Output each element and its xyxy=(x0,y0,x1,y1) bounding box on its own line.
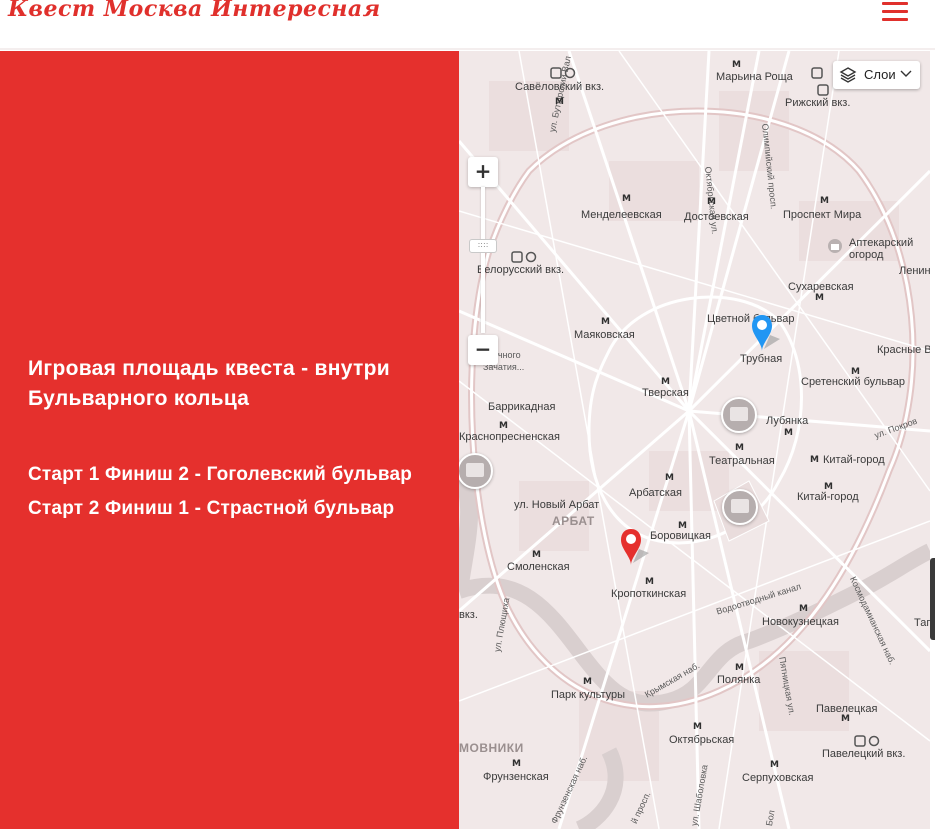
map-label: Сретенский бульвар xyxy=(801,376,906,388)
map-label: ул. Новый Арбат xyxy=(514,499,600,511)
metro-icon: Ⅿ xyxy=(810,455,819,465)
district-label: АРБАТ xyxy=(552,514,595,528)
theatre-poi-icon[interactable] xyxy=(721,397,757,433)
start-line-1: Старт 1 Финиш 2 - Гоголевский бульвар xyxy=(28,464,413,485)
metro-icon: Ⅿ xyxy=(622,194,631,204)
map-label: Аптекарский огород xyxy=(849,237,914,261)
metro-icon: Ⅿ xyxy=(824,482,833,492)
map-label: Лубянка xyxy=(766,415,809,427)
site-logo[interactable]: Квест Москва Интересная xyxy=(8,0,381,22)
zoom-slider-handle[interactable]: :::: xyxy=(469,239,497,253)
zoom-out-button[interactable]: − xyxy=(468,335,498,365)
side-scroll-tab[interactable] xyxy=(930,558,935,640)
railway-station-icon xyxy=(817,84,829,96)
map-label: Октябрьская xyxy=(669,734,735,746)
map-label: Таг xyxy=(914,617,930,629)
map-label: Рижский вкз. xyxy=(785,97,851,109)
map-label: Китай-город xyxy=(823,454,885,466)
railway-station-icon xyxy=(511,251,537,263)
blue-map-pin-icon[interactable] xyxy=(750,313,782,355)
red-map-pin-icon[interactable] xyxy=(619,527,651,569)
map-label: Ленин xyxy=(899,265,930,277)
map-label: Достоевская xyxy=(684,211,749,223)
metro-icon: Ⅿ xyxy=(555,97,564,107)
metro-icon: Ⅿ xyxy=(645,577,654,587)
railway-station-icon xyxy=(854,735,880,747)
metro-icon: Ⅿ xyxy=(815,293,824,303)
map-label: Краснопресненская xyxy=(459,431,560,443)
metro-icon: Ⅿ xyxy=(784,428,793,438)
map-label: Тверская xyxy=(642,387,689,399)
map-label: Маяковская xyxy=(574,329,635,341)
map-label: Новокузнецкая xyxy=(762,616,839,628)
metro-icon: Ⅿ xyxy=(693,722,702,732)
map-label: Полянка xyxy=(717,674,761,686)
railway-station-icon xyxy=(811,67,823,79)
metro-icon: Ⅿ xyxy=(665,473,674,483)
metro-icon: Ⅿ xyxy=(499,421,508,431)
map-widget[interactable]: Савёловский вкз. Марьина Роща Рижский вк… xyxy=(459,51,930,829)
metro-icon: Ⅿ xyxy=(661,377,670,387)
map-label: Боровицкая xyxy=(650,530,711,542)
district-label: МОВНИКИ xyxy=(459,741,524,755)
layers-icon xyxy=(839,67,857,83)
map-label: Фрунзенская xyxy=(483,771,549,783)
map-label: Китай-город xyxy=(797,491,859,503)
map-label: Менделеевская xyxy=(581,209,662,221)
header-divider xyxy=(0,48,935,50)
map-label: Сухаревская xyxy=(788,281,854,293)
map-label: вкз. xyxy=(459,609,478,621)
quest-info-panel: Игровая площадь квеста - внутри Бульварн… xyxy=(0,51,459,829)
zoom-control: + :::: − xyxy=(468,157,498,365)
layers-button[interactable]: Слои xyxy=(833,61,920,89)
map-label: Красные В xyxy=(877,344,930,356)
map-label: Смоленская xyxy=(507,561,570,573)
map-label: Арбатская xyxy=(629,487,682,499)
metro-icon: Ⅿ xyxy=(770,760,779,770)
map-label: Серпуховская xyxy=(742,772,814,784)
metro-icon: Ⅿ xyxy=(512,759,521,769)
menu-bar xyxy=(882,18,908,21)
quest-start-info: Старт 1 Финиш 2 - Гоголевский бульвар Ст… xyxy=(28,458,438,526)
railway-station-icon xyxy=(550,67,576,79)
metro-icon: Ⅿ xyxy=(583,677,592,687)
map-label: Театральная xyxy=(709,455,775,467)
layers-label: Слои xyxy=(864,67,896,82)
metro-icon: Ⅿ xyxy=(841,714,850,724)
quest-area-title: Игровая площадь квеста - внутри Бульварн… xyxy=(28,357,390,410)
metro-icon: Ⅿ xyxy=(820,196,829,206)
kremlin-poi-icon[interactable] xyxy=(722,489,758,525)
chevron-down-icon xyxy=(900,70,912,77)
metro-icon: Ⅿ xyxy=(732,60,741,70)
zoom-slider-track[interactable] xyxy=(481,187,485,333)
map-label: Проспект Мира xyxy=(783,209,862,221)
hamburger-menu-icon[interactable] xyxy=(880,0,910,22)
menu-bar xyxy=(882,10,908,13)
map-label: Кропоткинская xyxy=(611,588,687,600)
site-header: Квест Москва Интересная xyxy=(0,0,935,50)
menu-bar xyxy=(882,2,908,5)
map-label: Павелецкий вкз. xyxy=(822,748,906,760)
metro-icon: Ⅿ xyxy=(799,604,808,614)
metro-icon: Ⅿ xyxy=(678,521,687,531)
metro-icon: Ⅿ xyxy=(735,443,744,453)
map-label: Парк культуры xyxy=(551,689,626,701)
map-label: Баррикадная xyxy=(488,401,556,413)
metro-icon: Ⅿ xyxy=(707,197,716,207)
museum-icon xyxy=(828,239,842,253)
metro-icon: Ⅿ xyxy=(532,550,541,560)
metro-icon: Ⅿ xyxy=(851,367,860,377)
metro-icon: Ⅿ xyxy=(735,663,744,673)
zoom-in-button[interactable]: + xyxy=(468,157,498,187)
metro-icon: Ⅿ xyxy=(601,317,610,327)
start-line-2: Старт 2 Финиш 1 - Страстной бульвар xyxy=(28,498,395,519)
map-label: Марьина Роща xyxy=(716,71,793,83)
